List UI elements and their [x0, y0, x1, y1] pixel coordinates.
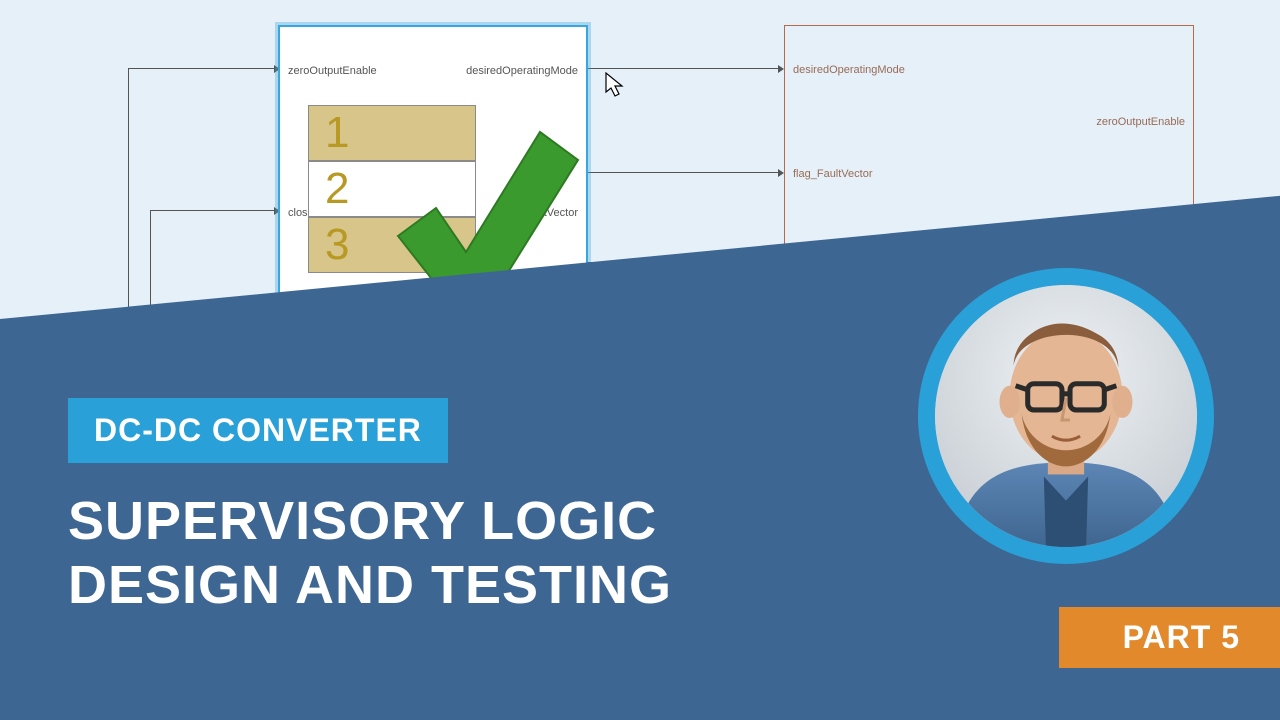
port-label: zeroOutputEnable: [288, 65, 377, 77]
port-label: desiredOperatingMode: [466, 65, 578, 77]
port-label: desiredOperatingMode: [793, 64, 905, 76]
cursor-icon: [605, 72, 627, 98]
avatar-illustration: [935, 285, 1197, 547]
title-line-1: SUPERVISORY LOGIC: [68, 490, 672, 554]
title-line-2: DESIGN AND TESTING: [68, 554, 672, 618]
video-title: SUPERVISORY LOGIC DESIGN AND TESTING: [68, 490, 672, 617]
port-label: flag_FaultVector: [793, 168, 873, 180]
port-label: zeroOutputEnable: [1096, 116, 1185, 128]
part-badge: PART 5: [1059, 607, 1280, 668]
series-tag: DC-DC CONVERTER: [68, 398, 448, 463]
presenter-avatar: [918, 268, 1214, 564]
